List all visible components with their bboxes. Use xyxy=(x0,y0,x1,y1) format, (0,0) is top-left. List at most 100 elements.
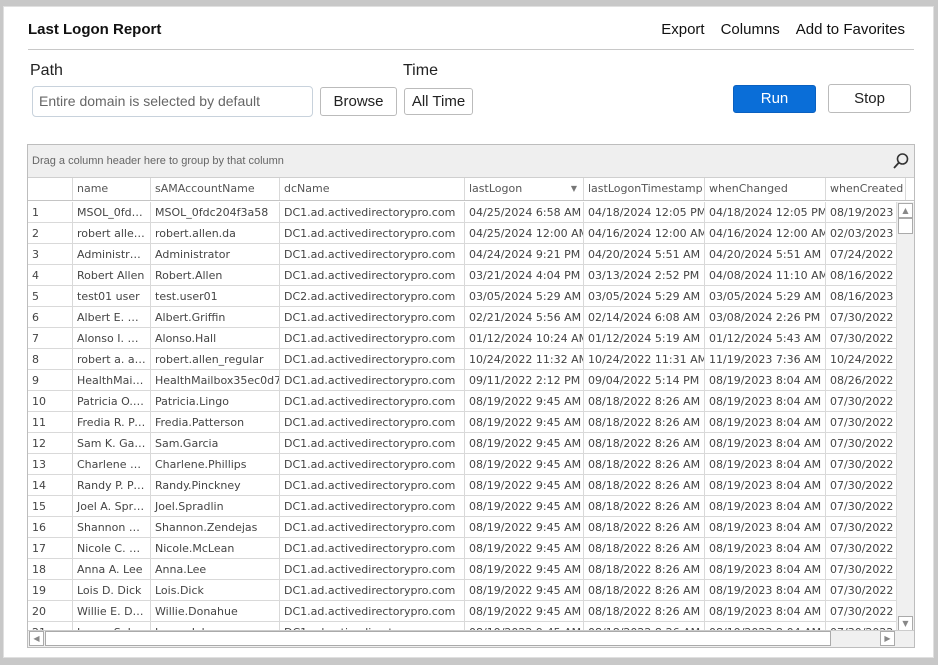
cell-lastLogonTimestamp: 08/18/2022 8:26 AM xyxy=(584,412,705,432)
cell-sAMAccountName: test.user01 xyxy=(151,286,280,306)
table-row[interactable]: 13 Charlene H. ... Charlene.Phillips DC1.ad… xyxy=(28,454,897,475)
table-row[interactable]: 6 Albert E. Gri... Albert.Griffin DC1.ad.ac… xyxy=(28,307,897,328)
table-row[interactable]: 11 Fredia R. Pa... Fredia.Patterson DC1.ad.… xyxy=(28,412,897,433)
table-row[interactable]: 12 Sam K. Garcia Sam.Garcia DC1.ad.activedi… xyxy=(28,433,897,454)
cell-name: Willie E. Don... xyxy=(73,601,151,621)
add-to-favorites-link[interactable]: Add to Favorites xyxy=(796,21,905,38)
column-header-sAMAccountName[interactable]: sAMAccountName xyxy=(151,178,280,200)
time-select[interactable]: All Time xyxy=(404,88,473,115)
cell-lastLogonTimestamp: 08/18/2022 8:26 AM xyxy=(584,391,705,411)
cell-row-number: 14 xyxy=(28,475,73,495)
column-header-lastLogon[interactable]: lastLogon ▼ xyxy=(465,178,584,200)
cell-lastLogon: 04/25/2024 12:00 AM xyxy=(465,223,584,243)
cell-row-number: 11 xyxy=(28,412,73,432)
cell-row-number: 13 xyxy=(28,454,73,474)
table-row[interactable]: 9HealthMailbo...HealthMailbox35ec0d7DC1.… xyxy=(28,370,897,391)
cell-lastLogonTimestamp: 03/05/2024 5:29 AM xyxy=(584,286,705,306)
table-row[interactable]: 16 Shannon D. ... Shannon.Zendejas DC1.ad.a… xyxy=(28,517,897,538)
cell-whenCreated: 07/30/2022 6: xyxy=(826,454,897,474)
cell-whenChanged: 08/19/2023 8:04 AM xyxy=(705,412,826,432)
cell-whenChanged: 08/19/2023 8:04 AM xyxy=(705,601,826,621)
horizontal-scrollbar[interactable]: ◀ ▶ xyxy=(28,630,914,647)
export-link[interactable]: Export xyxy=(661,21,704,38)
column-header-dcName[interactable]: dcName xyxy=(280,178,465,200)
table-row[interactable]: 3 Administrator Administrator DC1.ad.active… xyxy=(28,244,897,265)
cell-sAMAccountName: Willie.Donahue xyxy=(151,601,280,621)
browse-button[interactable]: Browse xyxy=(320,87,397,116)
scroll-right-icon[interactable]: ▶ xyxy=(880,631,895,646)
cell-whenCreated: 07/30/2022 6: xyxy=(826,538,897,558)
scroll-thumb-horizontal[interactable] xyxy=(45,631,831,646)
cell-lastLogonTimestamp: 08/18/2022 8:26 AM xyxy=(584,538,705,558)
stop-button[interactable]: Stop xyxy=(828,84,911,113)
table-row[interactable]: 2 robert allen-... robert.allen.da DC1.ad.a… xyxy=(28,223,897,244)
column-header-whenCreated[interactable]: whenCreated xyxy=(826,178,906,200)
cell-row-number: 10 xyxy=(28,391,73,411)
cell-whenCreated: 08/19/2023 7: xyxy=(826,202,897,222)
table-row[interactable]: 10 Patricia O. Li... Patricia.Lingo DC1.ad.… xyxy=(28,391,897,412)
scroll-down-icon[interactable]: ▼ xyxy=(898,616,913,631)
table-row[interactable]: 8 robert a. allen robert.allen_regular DC1.… xyxy=(28,349,897,370)
cell-sAMAccountName: Administrator xyxy=(151,244,280,264)
table-row[interactable]: 5 test01 user test.user01 DC2.ad.activedire… xyxy=(28,286,897,307)
cell-whenChanged: 08/19/2023 8:04 AM xyxy=(705,370,826,390)
cell-whenChanged: 04/18/2024 12:05 PM xyxy=(705,202,826,222)
vertical-scrollbar[interactable]: ▲ ▼ xyxy=(896,202,914,632)
cell-whenCreated: 10/24/2022 1: xyxy=(826,349,897,369)
cell-lastLogon: 08/19/2022 9:45 AM xyxy=(465,538,584,558)
cell-lastLogon: 01/12/2024 10:24 AM xyxy=(465,328,584,348)
scroll-up-icon[interactable]: ▲ xyxy=(898,203,913,218)
cell-lastLogon: 10/24/2022 11:32 AM xyxy=(465,349,584,369)
path-input[interactable]: Entire domain is selected by default xyxy=(32,86,313,117)
table-row[interactable]: 17 Nicole C. Mc... Nicole.McLean DC1.ad.act… xyxy=(28,538,897,559)
cell-whenCreated: 07/30/2022 6: xyxy=(826,559,897,579)
scroll-left-icon[interactable]: ◀ xyxy=(29,631,44,646)
table-row[interactable]: 20 Willie E. Don... Willie.Donahue DC1.ad.a… xyxy=(28,601,897,622)
cell-name: test01 user xyxy=(73,286,151,306)
cell-whenChanged: 08/19/2023 8:04 AM xyxy=(705,517,826,537)
cell-row-number: 4 xyxy=(28,265,73,285)
cell-sAMAccountName: robert.allen.da xyxy=(151,223,280,243)
cell-lastLogonTimestamp: 08/18/2022 8:26 AM xyxy=(584,559,705,579)
table-row[interactable]: 14 Randy P. Pin... Randy.Pinckney DC1.ad.ac… xyxy=(28,475,897,496)
cell-name: Alonso I. Hall xyxy=(73,328,151,348)
cell-lastLogon: 04/24/2024 9:21 PM xyxy=(465,244,584,264)
group-by-panel[interactable]: Drag a column header here to group by th… xyxy=(28,145,914,178)
cell-whenChanged: 08/19/2023 8:04 AM xyxy=(705,391,826,411)
time-label: Time xyxy=(403,62,438,79)
column-header-whenChanged[interactable]: whenChanged xyxy=(705,178,826,200)
cell-sAMAccountName: Nicole.McLean xyxy=(151,538,280,558)
column-headers: name sAMAccountName dcName lastLogon ▼ lastLo… xyxy=(28,178,914,201)
divider xyxy=(28,49,914,50)
cell-whenChanged: 03/05/2024 5:29 AM xyxy=(705,286,826,306)
cell-dcName: DC1.ad.activedirectorypro.com xyxy=(280,475,465,495)
sort-descending-icon: ▼ xyxy=(570,184,577,193)
cell-sAMAccountName: Charlene.Phillips xyxy=(151,454,280,474)
cell-lastLogon: 08/19/2022 9:45 AM xyxy=(465,559,584,579)
cell-name: Albert E. Gri... xyxy=(73,307,151,327)
results-grid: Drag a column header here to group by th… xyxy=(27,144,915,648)
search-icon[interactable] xyxy=(892,152,910,170)
scroll-thumb[interactable] xyxy=(898,218,913,234)
table-row[interactable]: 15 Joel A. Spra... Joel.Spradlin DC1.ad.act… xyxy=(28,496,897,517)
column-header-lastLogonTimestamp[interactable]: lastLogonTimestamp xyxy=(584,178,705,200)
cell-whenCreated: 07/24/2022 1: xyxy=(826,244,897,264)
column-header-label: lastLogon xyxy=(469,182,523,195)
column-header-name[interactable]: name xyxy=(73,178,151,200)
cell-whenChanged: 08/19/2023 8:04 AM xyxy=(705,538,826,558)
table-row[interactable]: 7 Alonso I. Hall Alonso.Hall DC1.ad.actived… xyxy=(28,328,897,349)
columns-link[interactable]: Columns xyxy=(721,21,780,38)
table-row[interactable]: 4 Robert Allen Robert.Allen DC1.ad.activedi… xyxy=(28,265,897,286)
column-header-row-number[interactable] xyxy=(28,178,73,200)
table-row[interactable]: 19 Lois D. Dick Lois.Dick DC1.ad.activedire… xyxy=(28,580,897,601)
cell-dcName: DC1.ad.activedirectorypro.com xyxy=(280,328,465,348)
cell-whenChanged: 01/12/2024 5:43 AM xyxy=(705,328,826,348)
run-button[interactable]: Run xyxy=(733,85,816,113)
cell-row-number: 19 xyxy=(28,580,73,600)
cell-whenCreated: 07/30/2022 6: xyxy=(826,601,897,621)
table-row[interactable]: 1 MSOL_0fdc... MSOL_0fdc204f3a58 DC1.ad.act… xyxy=(28,202,897,223)
cell-row-number: 6 xyxy=(28,307,73,327)
cell-lastLogon: 08/19/2022 9:45 AM xyxy=(465,412,584,432)
table-row[interactable]: 18 Anna A. Lee Anna.Lee DC1.ad.activedirect… xyxy=(28,559,897,580)
cell-dcName: DC1.ad.activedirectorypro.com xyxy=(280,433,465,453)
